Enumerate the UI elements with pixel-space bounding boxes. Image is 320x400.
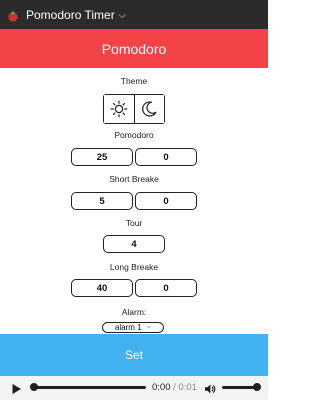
chevron-down-icon: ⌵ bbox=[146, 324, 152, 330]
sun-icon bbox=[110, 100, 128, 118]
app-header: Pomodoro bbox=[0, 29, 268, 68]
short-break-minutes-input[interactable] bbox=[71, 192, 133, 210]
progress-bar[interactable] bbox=[32, 386, 146, 389]
short-break-seconds-input[interactable] bbox=[135, 192, 197, 210]
tour-label: Tour bbox=[125, 218, 143, 228]
pomodoro-minutes-input[interactable] bbox=[71, 148, 133, 166]
progress-handle[interactable] bbox=[30, 383, 38, 391]
theme-dark-button[interactable] bbox=[133, 95, 164, 123]
volume-slider[interactable] bbox=[222, 386, 256, 389]
long-break-seconds-input[interactable] bbox=[135, 279, 197, 297]
window-titlebar: Pomodoro Timer ⌵ bbox=[0, 0, 268, 29]
chevron-down-icon[interactable]: ⌵ bbox=[119, 10, 126, 21]
window-title: Pomodoro Timer bbox=[26, 7, 115, 22]
volume-handle[interactable] bbox=[253, 383, 261, 391]
alarm-selected-value: alarm 1 bbox=[114, 323, 142, 332]
volume-icon[interactable] bbox=[204, 382, 216, 394]
set-button-label: Set bbox=[124, 348, 143, 362]
alarm-label: Alarm: bbox=[121, 307, 147, 317]
theme-light-button[interactable] bbox=[104, 95, 134, 123]
duration: 0:01 bbox=[178, 382, 197, 393]
time-display: 0:00 / 0:01 bbox=[152, 382, 197, 393]
audio-player: 0:00 / 0:01 bbox=[0, 376, 268, 400]
tour-input[interactable] bbox=[103, 235, 165, 253]
theme-label: Theme bbox=[120, 76, 148, 86]
current-time: 0:00 bbox=[152, 382, 171, 393]
pomodoro-label: Pomodoro bbox=[114, 130, 154, 140]
set-button[interactable]: Set bbox=[0, 334, 268, 376]
play-icon[interactable] bbox=[10, 382, 22, 394]
short-break-label: Short Breake bbox=[109, 174, 159, 184]
tomato-icon bbox=[7, 9, 19, 22]
long-break-minutes-input[interactable] bbox=[71, 279, 133, 297]
settings-form: Theme Pomodoro 25 0 Short Breake 5 0 Tou… bbox=[0, 68, 268, 334]
theme-toggle bbox=[103, 94, 165, 124]
alarm-select[interactable]: alarm 1 ⌵ bbox=[102, 322, 164, 333]
pomodoro-seconds-input[interactable] bbox=[135, 148, 197, 166]
moon-icon bbox=[142, 101, 157, 117]
page-title: Pomodoro bbox=[101, 40, 167, 57]
long-break-label: Long Breake bbox=[109, 262, 159, 272]
